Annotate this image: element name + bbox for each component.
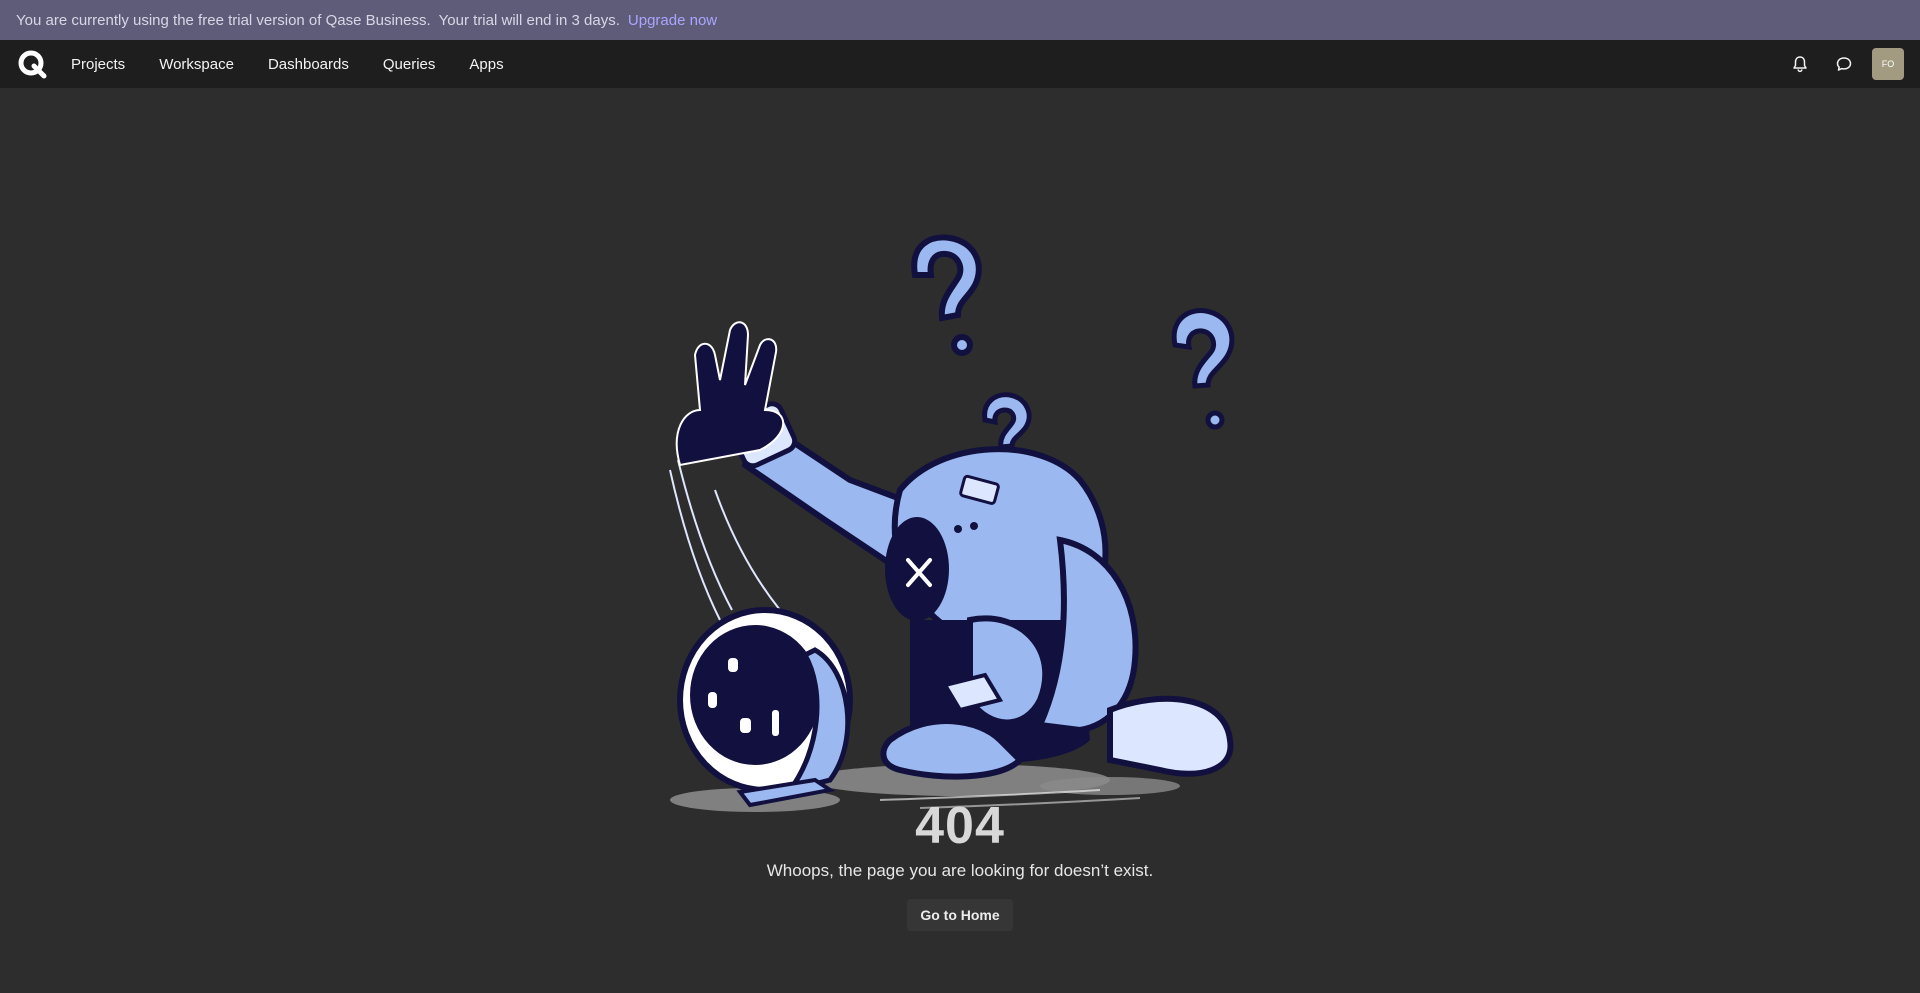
top-navigation: Projects Workspace Dashboards Queries Ap…	[0, 40, 1920, 88]
question-mark-right	[1171, 308, 1235, 430]
go-to-home-button[interactable]: Go to Home	[907, 899, 1013, 931]
nav-right-controls: FO	[1770, 40, 1904, 88]
robot-helmet	[677, 607, 853, 808]
nav-item-dashboards[interactable]: Dashboards	[268, 56, 349, 73]
user-avatar[interactable]: FO	[1872, 48, 1904, 80]
nav-item-workspace[interactable]: Workspace	[159, 56, 234, 73]
nav-item-apps[interactable]: Apps	[469, 56, 503, 73]
chat-bubble-icon[interactable]	[1830, 50, 1858, 78]
trial-banner-days: Your trial will end in 3 days.	[438, 11, 620, 29]
error-code: 404	[915, 797, 1005, 855]
robot-body	[880, 446, 1234, 780]
trial-banner-text: You are currently using the free trial v…	[16, 11, 431, 29]
nav-item-projects[interactable]: Projects	[71, 56, 125, 73]
robot-404-illustration	[669, 234, 1235, 812]
upgrade-now-link[interactable]: Upgrade now	[628, 12, 717, 29]
nav-item-queries[interactable]: Queries	[383, 56, 436, 73]
qase-logo-icon[interactable]	[17, 49, 47, 79]
error-message: Whoops, the page you are looking for doe…	[766, 861, 1154, 880]
trial-banner: You are currently using the free trial v…	[0, 0, 1920, 40]
bell-icon[interactable]	[1786, 50, 1814, 78]
error-page: 404 Whoops, the page you are looking for…	[0, 88, 1920, 993]
question-mark-large	[911, 234, 982, 356]
